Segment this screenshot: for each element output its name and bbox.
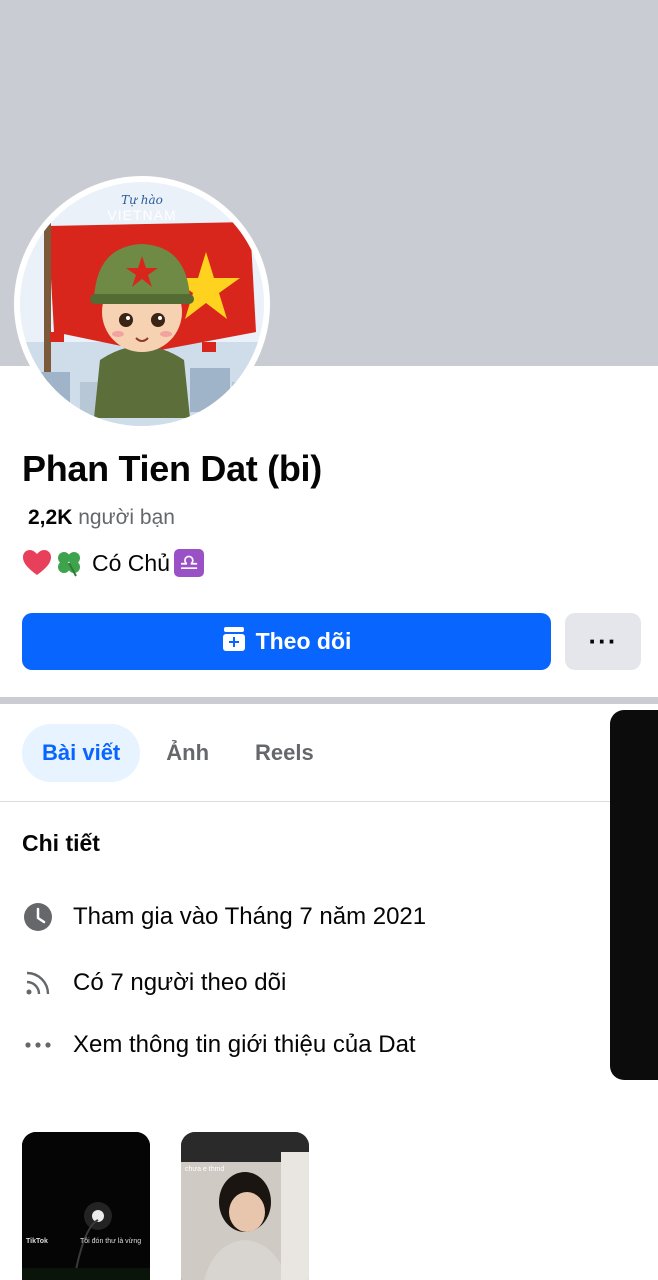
detail-followers-text: Có 7 người theo dõi <box>73 969 287 996</box>
tab-reels[interactable]: Reels <box>235 724 334 782</box>
detail-joined: Tham gia vào Tháng 7 năm 2021 <box>22 901 426 933</box>
libra-icon: ♎ <box>173 549 204 577</box>
friends-count[interactable]: 2,2K người bạn <box>28 506 175 530</box>
profile-picture[interactable]: Tự hào VIETNAM <box>14 176 270 432</box>
svg-text:VIETNAM: VIETNAM <box>107 207 176 223</box>
rss-icon <box>22 967 54 999</box>
profile-name: Phan Tien Dat (bi) <box>22 448 322 489</box>
detail-about-text: Xem thông tin giới thiệu của Dat <box>73 1031 416 1058</box>
reel-thumbnail[interactable]: chưa e thmd <box>181 1132 309 1280</box>
detail-joined-text: Tham gia vào Tháng 7 năm 2021 <box>73 903 427 930</box>
side-video-panel[interactable] <box>610 710 658 1080</box>
tabs-divider <box>0 801 610 802</box>
tab-photos[interactable]: Ảnh <box>146 724 229 782</box>
clock-icon <box>22 901 54 933</box>
details-title: Chi tiết <box>22 830 100 856</box>
section-divider <box>0 697 658 704</box>
friends-label: người bạn <box>78 506 175 529</box>
follow-icon <box>222 626 246 658</box>
friends-number: 2,2K <box>28 506 73 529</box>
reel-thumbnail[interactable]: TikTok Tôi đón thư là vừng <box>22 1132 150 1280</box>
follow-label: Theo dõi <box>255 628 352 654</box>
detail-about[interactable]: Xem thông tin giới thiệu của Dat <box>22 1029 416 1061</box>
more-dots-icon <box>22 1029 54 1061</box>
profile-bio: Có Chủ ♎ <box>22 548 204 578</box>
bio-text: Có Chủ <box>92 549 170 576</box>
follow-button[interactable]: Theo dõi <box>22 613 551 670</box>
reel-caption: Tôi đón thư là vừng <box>80 1238 142 1245</box>
avatar-image: Tự hào VIETNAM <box>20 182 264 426</box>
tiktok-watermark: TikTok <box>26 1238 48 1245</box>
more-options-button[interactable]: ··· <box>565 613 641 670</box>
four-leaf-clover-icon <box>54 548 84 578</box>
reel-caption: chưa e thmd <box>185 1166 225 1173</box>
heart-icon <box>22 549 52 577</box>
tab-posts[interactable]: Bài viết <box>22 724 141 782</box>
profile-tabs: Bài viết Ảnh Reels <box>22 724 340 782</box>
detail-followers[interactable]: Có 7 người theo dõi <box>22 967 286 999</box>
svg-text:Tự hào: Tự hào <box>121 193 163 207</box>
